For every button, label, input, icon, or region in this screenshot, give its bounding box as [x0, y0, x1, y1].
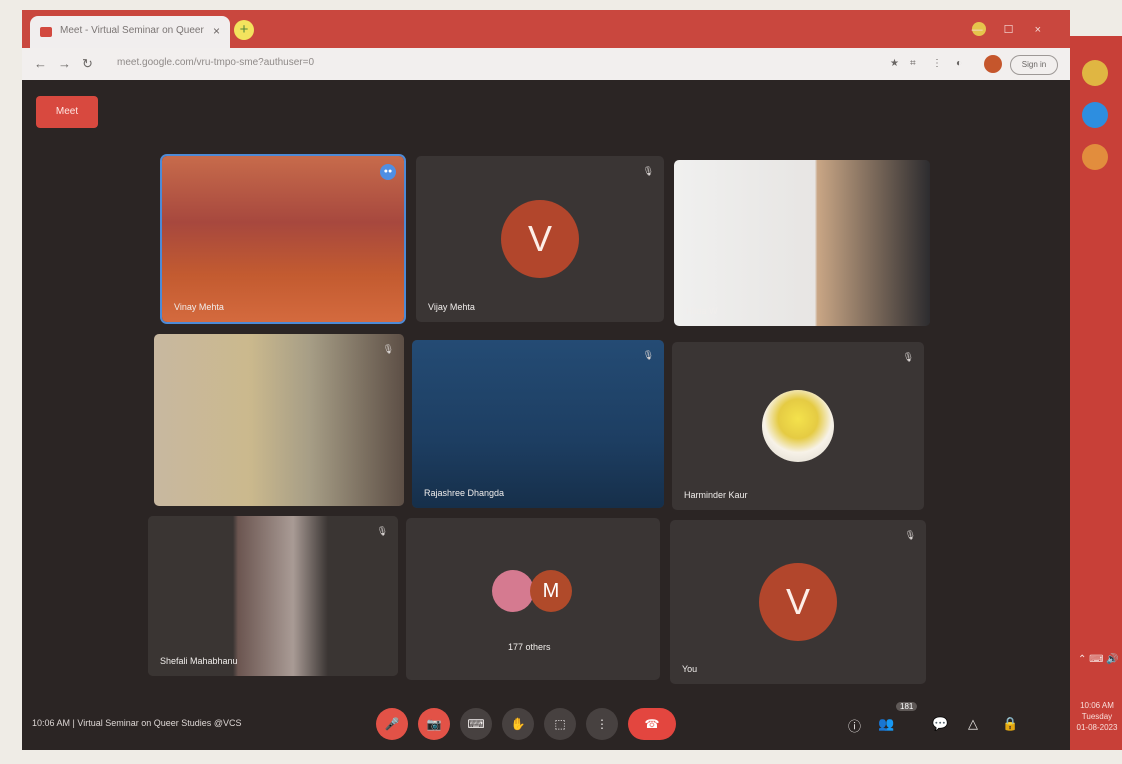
mic-off-icon: 🎙 [904, 530, 916, 540]
mic-off-icon: 🎙 [902, 352, 914, 362]
reload-icon[interactable]: ↻ [82, 56, 93, 72]
participant-name: Harminder Kaur [684, 490, 748, 500]
participant-initial-avatar: M [530, 570, 572, 612]
participant-name: Hilda W [686, 306, 718, 316]
tab-meet[interactable]: Meet - Virtual Seminar on Queer × [30, 16, 230, 48]
participant-photo-avatar [492, 570, 534, 612]
participant-name: Shefali Mahabhanu [160, 656, 238, 666]
participant-video [162, 156, 404, 322]
tab-title: Meet - Virtual Seminar on Queer [60, 25, 204, 36]
forward-icon[interactable]: → [58, 56, 71, 71]
host-controls-icon[interactable]: 🔒 [1002, 716, 1018, 732]
participant-video [154, 334, 404, 506]
others-count: 177 others [508, 642, 551, 652]
present-screen-icon[interactable]: ⬚ [544, 708, 576, 740]
participant-tile[interactable]: 🎙 Rajashree Dhangda [412, 340, 664, 508]
more-options-icon[interactable]: ⋮ [586, 708, 618, 740]
profile-avatar[interactable] [984, 55, 1002, 73]
taskbar-app-icon[interactable] [1082, 144, 1108, 170]
window-controls[interactable]: — ☐ × [972, 23, 1050, 36]
participant-photo-avatar [762, 390, 834, 462]
meeting-details-icon[interactable]: ⓘ [848, 716, 861, 735]
activities-icon[interactable]: △ [968, 716, 978, 732]
mic-off-icon: 🎙 [642, 350, 654, 360]
participant-tile[interactable]: 🎙 [154, 334, 404, 506]
meeting-info: 10:06 AM | Virtual Seminar on Queer Stud… [32, 718, 241, 728]
meeting-title: Virtual Seminar on Queer Studies @VCS [77, 718, 242, 728]
pin-icon[interactable]: ●● [380, 164, 396, 180]
participant-tile[interactable]: Hilda W [674, 160, 930, 326]
participant-tile[interactable]: ●● Vinay Mehta [162, 156, 404, 322]
participant-tile[interactable]: 🎙 V Vijay Mehta [416, 156, 664, 322]
mic-off-icon: 🎙 [382, 344, 394, 354]
participant-tile[interactable]: 🎙 Shefali Mahabhanu [148, 516, 398, 676]
address-bar: ← → ↻ meet.google.com/vru-tmpo-sme?authu… [22, 48, 1070, 80]
info-separator: | [72, 718, 75, 728]
participant-name: You [682, 664, 698, 674]
participant-video [412, 340, 664, 508]
taskbar-app-icon[interactable] [1082, 60, 1108, 86]
chat-icon[interactable]: 💬 [932, 716, 948, 732]
meeting-time: 10:06 AM [32, 718, 71, 728]
bookmark-star-icon[interactable]: ★ [890, 58, 899, 69]
meet-favicon-icon [40, 27, 52, 37]
taskbar-clock[interactable]: 10:06 AM Tuesday 01-08-2023 [1076, 700, 1118, 733]
participant-initial-avatar: V [501, 200, 579, 278]
mic-off-icon: 🎙 [376, 526, 388, 536]
taskbar-date: Tuesday 01-08-2023 [1076, 712, 1118, 732]
system-tray-icons[interactable]: ⌃ ⌨ 🔊 [1078, 654, 1119, 665]
participant-initial-avatar: V [759, 563, 837, 641]
taskbar-time: 10:06 AM [1080, 701, 1114, 710]
back-icon[interactable]: ← [34, 56, 47, 71]
cast-icon[interactable]: ⌗ [910, 58, 916, 69]
participant-count-badge: 181 [896, 702, 918, 711]
extension-icon[interactable]: ◐ [956, 58, 962, 69]
url-field[interactable]: meet.google.com/vru-tmpo-sme?authuser=0 [117, 57, 314, 68]
participant-video [674, 160, 930, 326]
taskbar-app-icon[interactable] [1082, 102, 1108, 128]
tab-bar: Meet - Virtual Seminar on Queer × + — ☐ … [22, 10, 1070, 48]
participant-name: Vinay Mehta [174, 302, 224, 312]
browser-window: Meet - Virtual Seminar on Queer × + — ☐ … [22, 10, 1070, 750]
meet-logo[interactable]: Meet [36, 96, 98, 128]
raise-hand-icon[interactable]: ✋ [502, 708, 534, 740]
taskbar: ⌃ ⌨ 🔊 10:06 AM Tuesday 01-08-2023 [1070, 36, 1122, 750]
menu-icon[interactable]: ⋮ [932, 58, 942, 69]
mic-toggle-icon[interactable]: 🎤 [376, 708, 408, 740]
bottom-bar: 10:06 AM | Virtual Seminar on Queer Stud… [22, 690, 1070, 750]
meet-view: Meet ●● Vinay Mehta 🎙 V Vijay Mehta Hild… [22, 80, 1070, 750]
camera-toggle-icon[interactable]: 📷 [418, 708, 450, 740]
mic-off-icon: 🎙 [642, 166, 654, 176]
participant-tile[interactable]: M 177 others [406, 518, 660, 680]
captions-icon[interactable]: ⌨ [460, 708, 492, 740]
participant-name: Vijay Mehta [428, 302, 475, 312]
participant-video [148, 516, 398, 676]
end-call-icon[interactable]: ☎ [628, 708, 676, 740]
people-icon[interactable]: 👥 [878, 716, 894, 732]
sign-in-button[interactable]: Sign in [1010, 55, 1058, 75]
participant-tile[interactable]: 🎙 V You [670, 520, 926, 684]
tab-close-icon[interactable]: × [213, 24, 220, 38]
participant-name: Rajashree Dhangda [424, 488, 505, 498]
participant-tile[interactable]: 🎙 Harminder Kaur [672, 342, 924, 510]
new-tab-icon[interactable]: + [234, 20, 254, 40]
